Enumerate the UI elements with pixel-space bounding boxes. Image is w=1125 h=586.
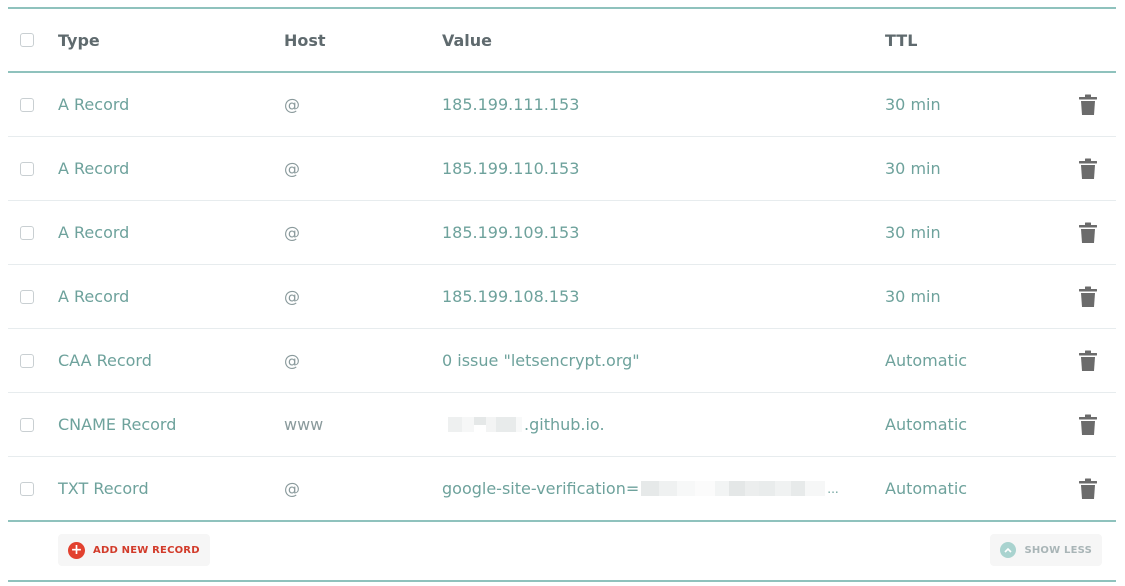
record-ttl: 30 min (885, 159, 941, 178)
select-all-checkbox[interactable] (20, 33, 34, 47)
table-row: A Record @ 185.199.110.153 30 min (8, 137, 1116, 201)
header-ttl: TTL (885, 30, 918, 50)
redacted-block (641, 481, 826, 496)
record-value: 185.199.111.153 (442, 95, 580, 114)
row-checkbox[interactable] (20, 481, 34, 496)
plus-circle-icon: + (68, 541, 85, 559)
row-checkbox[interactable] (20, 353, 34, 368)
record-type[interactable]: A Record (58, 223, 129, 242)
trash-icon[interactable] (1078, 286, 1098, 308)
record-ttl: Automatic (885, 415, 968, 434)
record-ttl: Automatic (885, 351, 968, 370)
table-row: A Record @ 185.199.109.153 30 min (8, 201, 1116, 265)
record-host: @ (284, 479, 300, 498)
show-less-button[interactable]: SHOW LESS (990, 534, 1102, 566)
header-type: Type (58, 30, 100, 50)
add-new-record-button[interactable]: + ADD NEW RECORD (58, 534, 210, 566)
redacted-block (448, 417, 522, 432)
record-ttl: 30 min (885, 223, 941, 242)
trash-icon[interactable] (1078, 158, 1098, 180)
table-row: CAA Record @ 0 issue "letsencrypt.org" A… (8, 329, 1116, 393)
table-row: TXT Record @ google-site-verification= .… (8, 457, 1116, 520)
table-row: A Record @ 185.199.111.153 30 min (8, 73, 1116, 137)
row-checkbox[interactable] (20, 289, 34, 304)
record-ttl: 30 min (885, 287, 941, 306)
record-type[interactable]: TXT Record (58, 479, 149, 498)
record-host: www (284, 415, 324, 434)
record-value: 185.199.109.153 (442, 223, 580, 242)
add-new-record-label: ADD NEW RECORD (93, 544, 200, 556)
record-ttl: 30 min (885, 95, 941, 114)
row-checkbox[interactable] (20, 161, 34, 176)
record-host: @ (284, 159, 300, 178)
table-header: Type Host Value TTL (8, 9, 1116, 73)
trash-icon[interactable] (1078, 350, 1098, 372)
record-value: 185.199.110.153 (442, 159, 580, 178)
record-type[interactable]: A Record (58, 287, 129, 306)
record-value: 0 issue "letsencrypt.org" (442, 351, 640, 370)
trash-icon[interactable] (1078, 222, 1098, 244)
record-ttl: Automatic (885, 479, 968, 498)
trash-icon[interactable] (1078, 94, 1098, 116)
chevron-up-icon (1000, 542, 1017, 558)
record-value: google-site-verification= (442, 479, 640, 498)
record-type[interactable]: CAA Record (58, 351, 152, 370)
record-value: .github.io. (524, 415, 605, 434)
record-value-ellipsis: ... (827, 481, 839, 496)
record-host: @ (284, 223, 300, 242)
table-row: CNAME Record www .github.io. Automatic (8, 393, 1116, 457)
table-footer: + ADD NEW RECORD SHOW LESS (8, 520, 1116, 582)
record-value: 185.199.108.153 (442, 287, 580, 306)
show-less-label: SHOW LESS (1024, 544, 1092, 556)
row-checkbox[interactable] (20, 225, 34, 240)
record-type[interactable]: CNAME Record (58, 415, 176, 434)
record-type[interactable]: A Record (58, 95, 129, 114)
trash-icon[interactable] (1078, 478, 1098, 500)
table-row: A Record @ 185.199.108.153 30 min (8, 265, 1116, 329)
trash-icon[interactable] (1078, 414, 1098, 436)
record-host: @ (284, 351, 300, 370)
header-value: Value (442, 30, 493, 50)
header-host: Host (284, 30, 326, 50)
dns-records-table: Type Host Value TTL A Record @ 185.199.1… (8, 7, 1116, 582)
record-type[interactable]: A Record (58, 159, 129, 178)
record-host: @ (284, 287, 300, 306)
row-checkbox[interactable] (20, 417, 34, 432)
row-checkbox[interactable] (20, 97, 34, 112)
record-host: @ (284, 95, 300, 114)
